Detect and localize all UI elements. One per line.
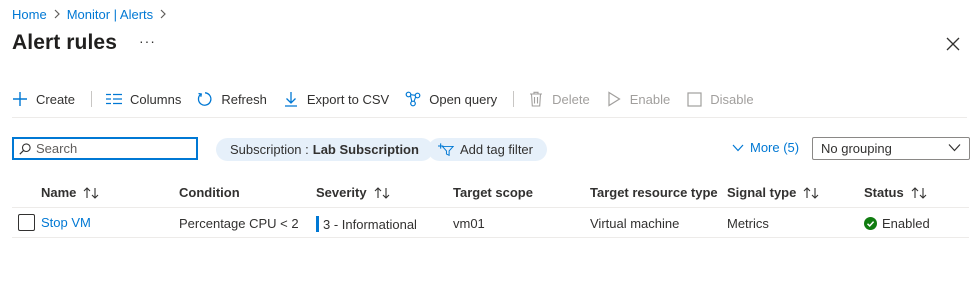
sort-icon [803, 186, 819, 199]
chevron-right-icon [53, 9, 61, 19]
add-tag-filter-label: Add tag filter [460, 142, 533, 157]
column-header-condition[interactable]: Condition [179, 185, 240, 200]
table-row[interactable]: Stop VM Percentage CPU < 2 3 - Informati… [12, 208, 969, 238]
search-icon [19, 142, 31, 155]
subscription-filter-label: Subscription : [230, 142, 309, 157]
search-input[interactable] [36, 141, 176, 156]
cell-status: Enabled [864, 216, 930, 231]
cell-condition: Percentage CPU < 2 [179, 216, 299, 231]
enable-button[interactable]: Enable [606, 91, 670, 107]
plus-icon [12, 91, 28, 107]
export-csv-button[interactable]: Export to CSV [283, 91, 389, 107]
columns-label: Columns [130, 91, 182, 107]
add-filter-icon [438, 142, 454, 158]
column-header-label: Status [864, 185, 904, 200]
check-circle-icon [864, 217, 877, 230]
toolbar-divider-line [12, 117, 967, 118]
grouping-value: No grouping [821, 141, 892, 156]
refresh-icon [197, 91, 213, 107]
create-button[interactable]: Create [12, 91, 75, 107]
query-nodes-icon [405, 91, 421, 107]
severity-label: 3 - Informational [323, 217, 417, 232]
subscription-filter-value: Lab Subscription [312, 142, 419, 157]
severity-indicator [316, 216, 319, 232]
sort-icon [911, 186, 927, 199]
open-query-button[interactable]: Open query [405, 91, 497, 107]
close-icon[interactable] [946, 37, 960, 51]
column-header-label: Signal type [727, 185, 797, 200]
columns-button[interactable]: Columns [106, 91, 181, 107]
status-label: Enabled [882, 216, 930, 231]
trash-icon [528, 91, 544, 107]
cell-target-resource-type: Virtual machine [590, 216, 680, 231]
more-filters-link[interactable]: More (5) [732, 140, 799, 155]
delete-button[interactable]: Delete [528, 91, 590, 107]
disable-label: Disable [710, 91, 754, 107]
cell-target-scope: vm01 [453, 216, 485, 231]
cell-severity: 3 - Informational [316, 216, 417, 232]
command-bar: Create Columns Refresh Export to CSV Ope… [12, 88, 770, 110]
breadcrumb-monitor-alerts-link[interactable]: Monitor | Alerts [67, 7, 153, 22]
column-header-severity[interactable]: Severity [316, 185, 390, 200]
play-icon [606, 91, 622, 107]
enable-label: Enable [629, 91, 671, 107]
download-icon [283, 91, 299, 107]
chevron-down-icon [948, 143, 961, 152]
chevron-right-icon [159, 9, 167, 19]
column-header-name[interactable]: Name [41, 185, 99, 200]
toolbar-divider [91, 91, 93, 107]
search-box[interactable] [12, 137, 198, 160]
column-header-signal-type[interactable]: Signal type [727, 185, 819, 200]
table-header-row: Name Condition Severity Target scope Tar… [12, 178, 969, 208]
refresh-button[interactable]: Refresh [197, 91, 267, 107]
sort-icon [374, 186, 390, 199]
delete-label: Delete [552, 91, 590, 107]
title-row: Alert rules ··· [12, 31, 156, 55]
column-header-target-resource-type[interactable]: Target resource type [590, 185, 718, 200]
column-header-label: Target scope [453, 185, 533, 200]
column-header-label: Condition [179, 185, 240, 200]
create-label: Create [36, 91, 76, 107]
filter-bar: Subscription : Lab Subscription Add tag … [12, 137, 970, 161]
column-header-target-scope[interactable]: Target scope [453, 185, 533, 200]
alert-rule-name-link[interactable]: Stop VM [41, 215, 91, 230]
column-header-status[interactable]: Status [864, 185, 927, 200]
column-header-label: Name [41, 185, 77, 200]
columns-icon [106, 91, 123, 107]
disable-button[interactable]: Disable [686, 91, 754, 107]
stop-square-icon [686, 91, 702, 107]
grouping-dropdown[interactable]: No grouping [812, 137, 970, 160]
add-tag-filter-button[interactable]: Add tag filter [428, 138, 547, 161]
refresh-label: Refresh [221, 91, 267, 107]
breadcrumb: Home Monitor | Alerts [12, 6, 173, 22]
sort-icon [83, 186, 99, 199]
more-actions-button[interactable]: ··· [139, 33, 156, 49]
column-header-label: Target resource type [590, 185, 718, 200]
chevron-down-icon [732, 144, 744, 152]
open-query-label: Open query [429, 91, 498, 107]
subscription-filter-pill[interactable]: Subscription : Lab Subscription [216, 138, 433, 161]
alert-rules-table: Name Condition Severity Target scope Tar… [12, 178, 969, 238]
row-select-checkbox[interactable] [18, 214, 35, 231]
export-csv-label: Export to CSV [306, 91, 390, 107]
more-filters-label: More (5) [750, 140, 800, 155]
column-header-label: Severity [316, 185, 367, 200]
cell-signal-type: Metrics [727, 216, 769, 231]
page-title: Alert rules [12, 31, 117, 54]
breadcrumb-home-link[interactable]: Home [12, 7, 47, 22]
toolbar-divider [513, 91, 515, 107]
